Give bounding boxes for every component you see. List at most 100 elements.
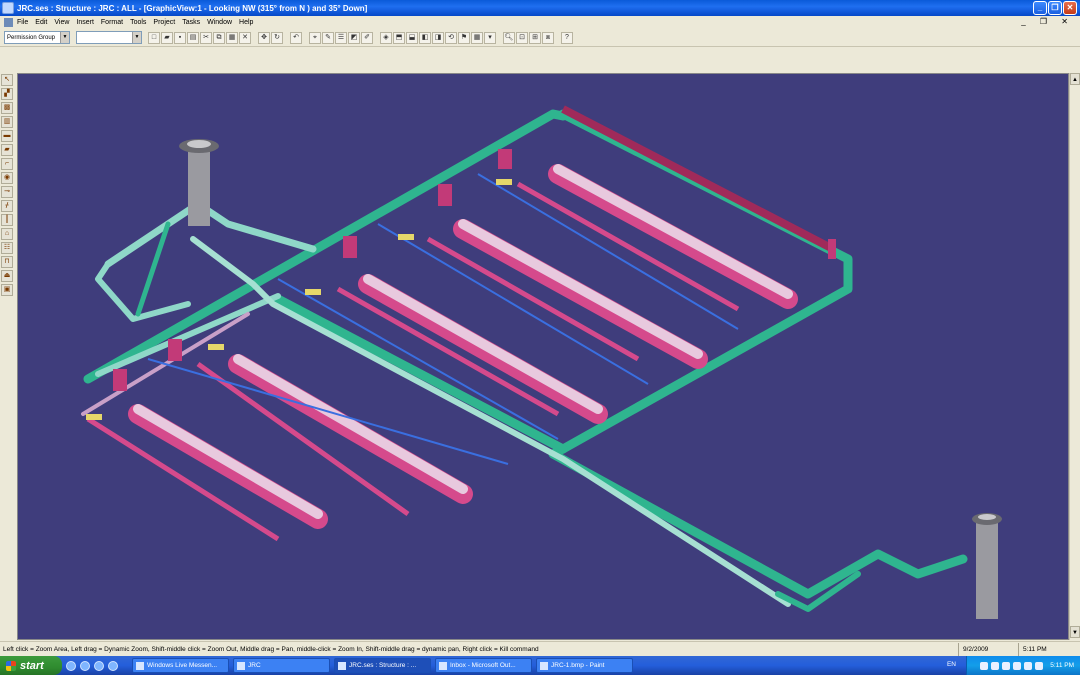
task-paint[interactable]: JRC-1.bmp - Paint xyxy=(536,658,633,673)
document-icon[interactable] xyxy=(4,17,13,27)
mdi-window-controls[interactable]: _ ❐ ✕ xyxy=(1021,17,1074,26)
zoom-window-icon[interactable]: ⧈ xyxy=(542,31,554,44)
pencil-icon[interactable]: ✐ xyxy=(361,31,373,44)
view-grid-icon[interactable]: ▦ xyxy=(471,31,483,44)
app-icon[interactable] xyxy=(2,2,14,14)
minimize-button[interactable]: _ xyxy=(1033,1,1047,15)
view-back-icon[interactable]: ◨ xyxy=(432,31,444,44)
window-title: JRC.ses : Structure : JRC : ALL - [Graph… xyxy=(17,3,368,13)
outlook-icon[interactable] xyxy=(80,660,90,671)
zoom-icon[interactable]: 🔍︎ xyxy=(503,31,515,44)
chevron-down-icon[interactable]: ▼ xyxy=(132,32,141,43)
plate-icon[interactable]: ▰ xyxy=(1,144,13,156)
tray-icon[interactable] xyxy=(1002,661,1011,670)
scroll-down-icon[interactable]: ▼ xyxy=(1070,626,1080,638)
internet-explorer-icon[interactable] xyxy=(66,660,76,671)
delete-icon[interactable]: ✕ xyxy=(239,31,251,44)
menu-tasks[interactable]: Tasks xyxy=(182,19,200,26)
slab-icon[interactable]: ▩ xyxy=(1,102,13,114)
3d-model-canvas[interactable] xyxy=(18,74,1069,640)
open-folder-icon[interactable]: ▰ xyxy=(161,31,173,44)
tray-icon[interactable] xyxy=(980,661,989,670)
view-top-icon[interactable]: ⬒ xyxy=(393,31,405,44)
tray-icon[interactable] xyxy=(1013,661,1022,670)
save-icon[interactable]: ▪ xyxy=(174,31,186,44)
print-icon[interactable]: ▤ xyxy=(187,31,199,44)
tray-icon[interactable] xyxy=(1024,661,1033,670)
support-icon[interactable]: ᚋ xyxy=(1,200,13,212)
stair-icon[interactable]: ⌂ xyxy=(1,228,13,240)
task-label: JRC.ses : Structure : ... xyxy=(349,662,417,669)
graphic-view[interactable] xyxy=(17,73,1069,640)
task-outlook-inbox[interactable]: Inbox - Microsoft Out... xyxy=(435,658,532,673)
vertical-scrollbar[interactable]: ▲ ▼ xyxy=(1069,73,1080,640)
close-button[interactable]: ✕ xyxy=(1063,1,1077,15)
foundation-icon[interactable]: ⏏ xyxy=(1,270,13,282)
paste-icon[interactable]: ▦ xyxy=(226,31,238,44)
menu-insert[interactable]: Insert xyxy=(76,19,94,26)
mail-icon xyxy=(439,661,447,670)
menu-edit[interactable]: Edit xyxy=(35,19,47,26)
view-iso-icon[interactable]: ◈ xyxy=(380,31,392,44)
opening-icon[interactable]: ▣ xyxy=(1,284,13,296)
clock[interactable]: 5:11 PM xyxy=(1050,662,1074,669)
view-flag-icon[interactable]: ⚑ xyxy=(458,31,470,44)
hook-icon[interactable]: ⌐ xyxy=(1,158,13,170)
new-file-icon[interactable]: □ xyxy=(148,31,160,44)
zoom-fit-icon[interactable]: ⊞ xyxy=(529,31,541,44)
filter-combo[interactable]: ▼ xyxy=(76,31,142,44)
undo-icon[interactable]: ↶ xyxy=(290,31,302,44)
zoom-area-icon[interactable]: ⊡ xyxy=(516,31,528,44)
menu-help[interactable]: Help xyxy=(239,19,253,26)
rotate-icon[interactable]: ↻ xyxy=(271,31,283,44)
edit-icon[interactable]: ✎ xyxy=(322,31,334,44)
measure-icon[interactable]: ⌖ xyxy=(309,31,321,44)
start-button[interactable]: start xyxy=(0,656,62,675)
maximize-button[interactable]: ❐ xyxy=(1048,1,1062,15)
menu-file[interactable]: File xyxy=(17,19,28,26)
beam-icon[interactable]: ▬ xyxy=(1,130,13,142)
start-label: start xyxy=(20,659,44,672)
task-jrc-structure[interactable]: JRC.ses : Structure : ... xyxy=(334,658,431,673)
task-messenger[interactable]: Windows Live Messen... xyxy=(132,658,229,673)
taskbar: start Windows Live Messen... JRC JRC.ses… xyxy=(0,656,1080,675)
member-icon[interactable]: ▞ xyxy=(1,88,13,100)
menu-format[interactable]: Format xyxy=(101,19,123,26)
messenger-icon xyxy=(136,661,144,670)
view-options-icon[interactable]: ▾ xyxy=(484,31,496,44)
handrail-icon[interactable]: ⊓ xyxy=(1,256,13,268)
help-icon[interactable]: ? xyxy=(561,31,573,44)
folder-icon xyxy=(237,661,245,670)
view-rotate-icon[interactable]: ⟲ xyxy=(445,31,457,44)
view-front-icon[interactable]: ⬓ xyxy=(406,31,418,44)
horizontal-vessels xyxy=(128,164,798,529)
permission-group-combo[interactable]: Permission Group ▼ xyxy=(4,31,70,44)
format-icon[interactable]: ◩ xyxy=(348,31,360,44)
menu-tools[interactable]: Tools xyxy=(130,19,146,26)
column-icon[interactable]: ║ xyxy=(1,214,13,226)
roof-rail xyxy=(561,105,835,253)
menu-project[interactable]: Project xyxy=(153,19,175,26)
scroll-up-icon[interactable]: ▲ xyxy=(1070,73,1080,85)
show-desktop-icon[interactable] xyxy=(94,660,104,671)
ladder-icon[interactable]: ☷ xyxy=(1,242,13,254)
media-player-icon[interactable] xyxy=(108,660,118,671)
cut-icon[interactable]: ✂ xyxy=(200,31,212,44)
equipment-icon[interactable]: ◉ xyxy=(1,172,13,184)
view-side-icon[interactable]: ◧ xyxy=(419,31,431,44)
wall-icon[interactable]: ▥ xyxy=(1,116,13,128)
task-jrc-folder[interactable]: JRC xyxy=(233,658,330,673)
menu-window[interactable]: Window xyxy=(207,19,232,26)
properties-icon[interactable]: ☰ xyxy=(335,31,347,44)
move-icon[interactable]: ✥ xyxy=(258,31,270,44)
language-indicator[interactable]: EN xyxy=(947,661,956,668)
tray-icon[interactable] xyxy=(1035,661,1044,670)
copy-icon[interactable]: ⧉ xyxy=(213,31,225,44)
menu-view[interactable]: View xyxy=(54,19,69,26)
chevron-down-icon[interactable]: ▼ xyxy=(60,32,69,43)
tray-icon[interactable] xyxy=(991,661,1000,670)
pipe-icon[interactable]: ⊸ xyxy=(1,186,13,198)
status-time: 5:11 PM xyxy=(1018,642,1080,656)
scroll-track[interactable] xyxy=(1070,85,1080,626)
select-arrow-icon[interactable]: ↖ xyxy=(1,74,13,86)
